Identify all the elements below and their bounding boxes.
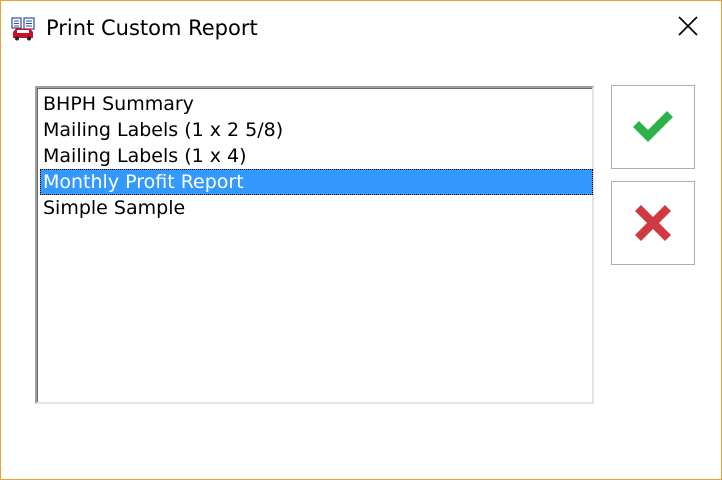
checkmark-icon [633,111,673,142]
x-icon [635,205,671,241]
window-title: Print Custom Report [46,16,258,40]
print-custom-report-dialog: Print Custom Report BHPH Summary Mailing… [0,0,722,480]
cancel-button[interactable] [611,181,695,265]
ok-button[interactable] [611,85,695,169]
list-item[interactable]: Mailing Labels (1 x 2 5/8) [40,117,593,143]
list-item[interactable]: Simple Sample [40,195,593,221]
title-bar[interactable]: Print Custom Report [1,1,721,55]
list-item[interactable]: Mailing Labels (1 x 4) [40,143,593,169]
close-icon [678,16,698,36]
report-listbox[interactable]: BHPH Summary Mailing Labels (1 x 2 5/8) … [35,86,594,404]
close-button[interactable] [665,6,711,46]
list-item-selected[interactable]: Monthly Profit Report [40,169,593,195]
report-printer-icon [11,17,35,41]
list-item[interactable]: BHPH Summary [40,91,593,117]
